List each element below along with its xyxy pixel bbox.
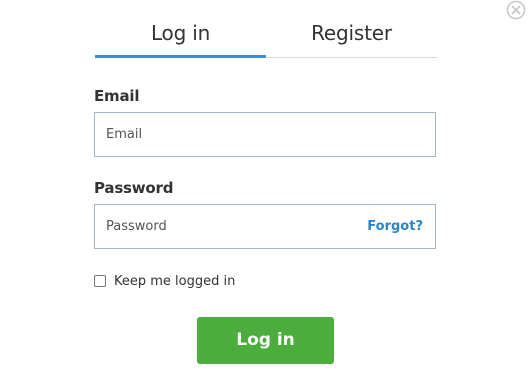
auth-tabs: Log in Register (95, 0, 437, 60)
password-field-box: Forgot? (94, 204, 436, 249)
email-field-box (94, 112, 436, 157)
email-label: Email (94, 87, 140, 105)
log-in-button[interactable]: Log in (197, 317, 334, 364)
remember-me-label[interactable]: Keep me logged in (114, 274, 235, 289)
close-icon (506, 0, 526, 20)
remember-me-checkbox[interactable] (94, 275, 106, 287)
remember-me: Keep me logged in (94, 272, 235, 290)
tab-log-in[interactable]: Log in (95, 20, 266, 60)
tab-register[interactable]: Register (266, 20, 437, 60)
close-button[interactable] (506, 0, 526, 20)
active-tab-indicator (95, 55, 266, 58)
forgot-password-link[interactable]: Forgot? (367, 219, 423, 234)
email-field[interactable] (95, 113, 435, 156)
password-label: Password (94, 179, 174, 197)
